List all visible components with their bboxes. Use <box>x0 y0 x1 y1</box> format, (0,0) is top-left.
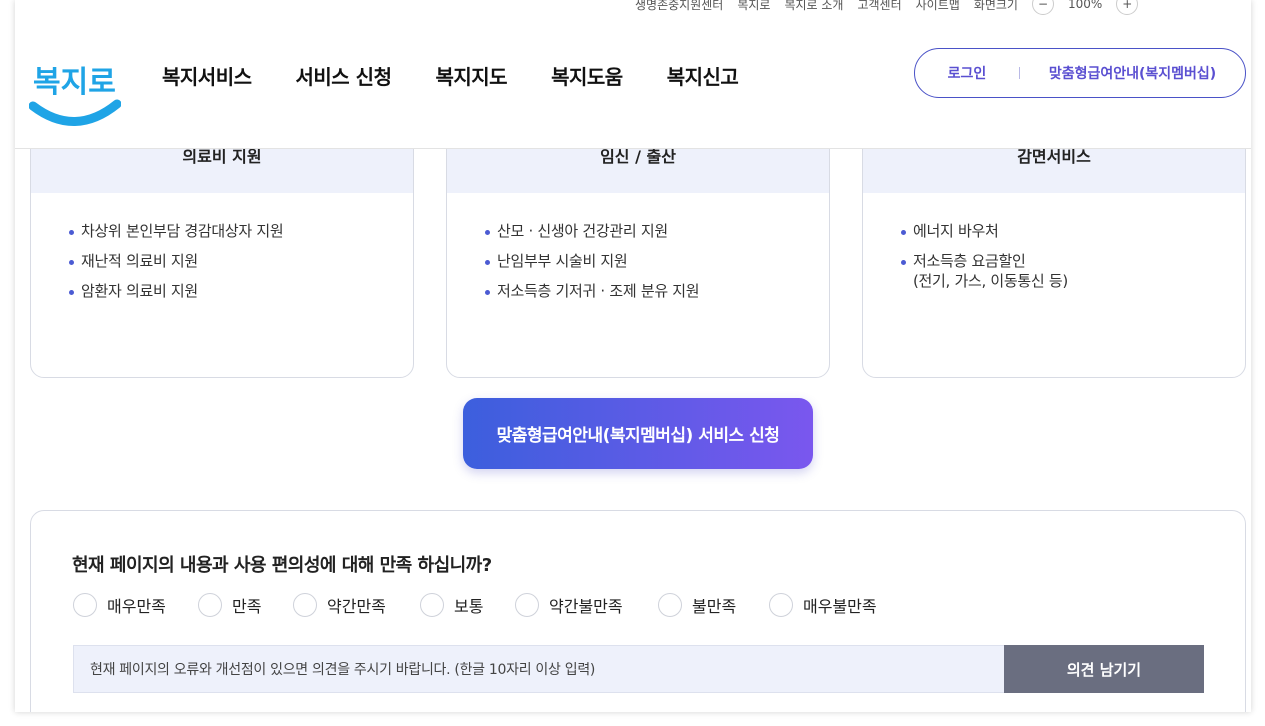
utility-link-suicide-center[interactable]: 생명존중지원센터 <box>635 0 723 13</box>
option-label: 보통 <box>454 597 484 616</box>
nav-item-service-apply[interactable]: 서비스 신청 <box>296 61 392 90</box>
list-item[interactable]: 차상위 본인부담 경감대상자 지원 <box>69 221 413 241</box>
survey-option-satisfied[interactable]: 만족 <box>198 593 283 617</box>
radio-button[interactable] <box>293 593 317 617</box>
main-nav: 복지서비스 서비스 신청 복지지도 복지도움 복지신고 <box>162 61 739 90</box>
option-label: 약간불만족 <box>549 597 623 616</box>
survey-option-very-satisfied[interactable]: 매우만족 <box>73 593 188 617</box>
nav-item-welfare-report[interactable]: 복지신고 <box>667 61 739 90</box>
utility-link-bokjiro[interactable]: 복지로 <box>737 0 770 13</box>
list-item[interactable]: 저소득층 기저귀 · 조제 분유 지원 <box>485 281 829 301</box>
membership-apply-button[interactable]: 맞춤형급여안내(복지멤버십) 서비스 신청 <box>463 398 813 469</box>
utility-screen-size-label: 화면크기 <box>973 0 1018 12</box>
option-label: 매우만족 <box>107 597 166 616</box>
logo-text: 복지로 <box>33 65 116 100</box>
site-header: 복지로 복지서비스 서비스 신청 복지지도 복지도움 복지신고 로그인 맞춤형급… <box>15 16 1251 149</box>
survey-options: 매우만족 만족 약간만족 보통 약간불만족 불만족 매우불만족 <box>73 593 909 617</box>
utility-bar: 생명존중지원센터 복지로 복지로 소개 고객센터 사이트맵 화면크기 − 100… <box>635 0 1139 15</box>
list-item-sub: (전기, 가스, 이동통신 등) <box>913 272 1068 290</box>
radio-button[interactable] <box>515 593 539 617</box>
survey-option-very-dissatisfied[interactable]: 매우불만족 <box>769 593 899 617</box>
list-item[interactable]: 산모 · 신생아 건강관리 지원 <box>485 221 829 241</box>
survey-option-somewhat-satisfied[interactable]: 약간만족 <box>293 593 410 617</box>
radio-button[interactable] <box>420 593 444 617</box>
radio-button[interactable] <box>658 593 682 617</box>
radio-button[interactable] <box>73 593 97 617</box>
zoom-in-button[interactable]: + <box>1116 0 1139 15</box>
service-card-pregnancy: 임신 / 출산 산모 · 신생아 건강관리 지원 난임부부 시술비 지원 저소득… <box>446 120 830 378</box>
zoom-level: 100% <box>1067 0 1103 11</box>
survey-question: 현재 페이지의 내용과 사용 편의성에 대해 만족 하십니까? <box>72 555 492 576</box>
survey-option-neutral[interactable]: 보통 <box>420 593 505 617</box>
feedback-input[interactable]: 현재 페이지의 오류와 개선점이 있으면 의견을 주시기 바랍니다. (한글 1… <box>73 645 1004 693</box>
survey-option-dissatisfied[interactable]: 불만족 <box>658 593 759 617</box>
list-item-main: 저소득층 요금할인 <box>913 252 1026 270</box>
nav-item-welfare-service[interactable]: 복지서비스 <box>162 61 252 90</box>
list-item[interactable]: 난임부부 시술비 지원 <box>485 251 829 271</box>
utility-link-about[interactable]: 복지로 소개 <box>784 0 843 13</box>
option-label: 불만족 <box>692 597 737 616</box>
list-item[interactable]: 재난적 의료비 지원 <box>69 251 413 271</box>
card-list: 에너지 바우처 저소득층 요금할인 (전기, 가스, 이동통신 등) <box>863 193 1245 291</box>
survey-option-somewhat-dissatisfied[interactable]: 약간불만족 <box>515 593 648 617</box>
satisfaction-survey: 현재 페이지의 내용과 사용 편의성에 대해 만족 하십니까? 매우만족 만족 … <box>30 510 1246 712</box>
utility-link-sitemap[interactable]: 사이트맵 <box>916 0 960 13</box>
radio-button[interactable] <box>198 593 222 617</box>
submit-feedback-button[interactable]: 의견 남기기 <box>1004 645 1204 693</box>
option-label: 매우불만족 <box>803 597 877 616</box>
service-card-discount: 감면서비스 에너지 바우처 저소득층 요금할인 (전기, 가스, 이동통신 등) <box>862 120 1246 378</box>
radio-button[interactable] <box>769 593 793 617</box>
utility-link-customer-center[interactable]: 고객센터 <box>857 0 901 13</box>
membership-button[interactable]: 맞춤형급여안내(복지멤버십) <box>1020 63 1245 83</box>
bokjiro-logo[interactable]: 복지로 <box>29 46 121 130</box>
nav-item-welfare-help[interactable]: 복지도움 <box>551 61 623 90</box>
card-list: 차상위 본인부담 경감대상자 지원 재난적 의료비 지원 암환자 의료비 지원 <box>31 193 413 301</box>
service-card-medical: 의료비 지원 차상위 본인부담 경감대상자 지원 재난적 의료비 지원 암환자 … <box>30 120 414 378</box>
zoom-out-button[interactable]: − <box>1031 0 1054 15</box>
account-pill: 로그인 맞춤형급여안내(복지멤버십) <box>914 48 1246 98</box>
option-label: 만족 <box>232 597 262 616</box>
card-list: 산모 · 신생아 건강관리 지원 난임부부 시술비 지원 저소득층 기저귀 · … <box>447 193 829 301</box>
option-label: 약간만족 <box>327 597 386 616</box>
list-item[interactable]: 저소득층 요금할인 (전기, 가스, 이동통신 등) <box>901 251 1245 291</box>
page-frame: 생명존중지원센터 복지로 복지로 소개 고객센터 사이트맵 화면크기 − 100… <box>15 0 1251 712</box>
list-item[interactable]: 암환자 의료비 지원 <box>69 281 413 301</box>
nav-item-welfare-map[interactable]: 복지지도 <box>435 61 507 90</box>
logo-smile <box>29 99 121 126</box>
list-item[interactable]: 에너지 바우처 <box>901 221 1245 241</box>
login-button[interactable]: 로그인 <box>915 63 1019 83</box>
